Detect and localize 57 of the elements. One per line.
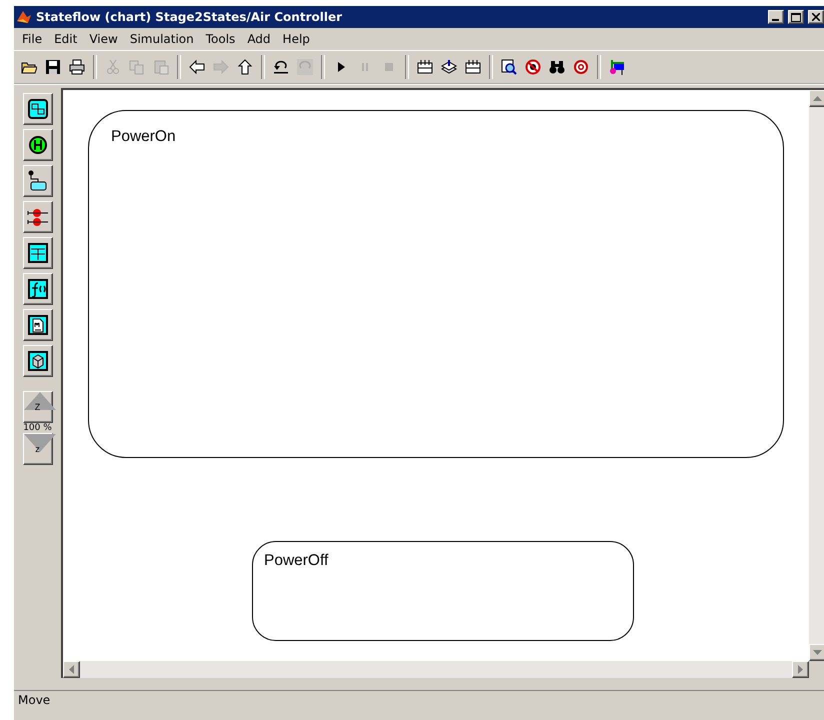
palette-tool-button[interactable] [22, 93, 52, 125]
menu-item[interactable]: Add [241, 30, 277, 48]
down-triangle-icon [813, 650, 822, 655]
state-box[interactable]: PowerOff [252, 541, 634, 641]
grid-icon [417, 59, 433, 75]
copy-icon [129, 59, 145, 75]
function-icon [26, 277, 50, 301]
zoom-level: 100 % [23, 423, 52, 433]
left-triangle-icon [69, 665, 74, 674]
truth-table-icon [26, 241, 50, 265]
redo-icon [297, 59, 313, 75]
up-triangle-icon [813, 96, 822, 101]
scroll-right-button[interactable] [792, 661, 809, 678]
palette-tool-button[interactable] [22, 273, 52, 305]
stack-icon [441, 59, 457, 75]
app-logo-icon [16, 9, 32, 25]
document-icon [26, 313, 50, 337]
menu-item[interactable]: Help [276, 30, 316, 48]
window-title: Stateflow (chart) Stage2States/Air Controller [36, 10, 344, 24]
palette-tool-button[interactable] [22, 201, 52, 233]
undo-icon [273, 59, 289, 75]
menu-item[interactable]: View [83, 30, 124, 48]
scissors-icon [105, 59, 121, 75]
palette-tool-button[interactable] [22, 237, 52, 269]
maximize-button[interactable] [788, 10, 804, 24]
binoculars-icon [549, 59, 565, 75]
printer-icon [69, 59, 85, 75]
menu-item[interactable]: File [16, 30, 48, 48]
menu-item[interactable]: Edit [48, 30, 84, 48]
palette-tool-button[interactable] [22, 309, 52, 341]
hierarchy-icon [609, 59, 625, 75]
scroll-up-button[interactable] [809, 90, 824, 107]
minimize-button[interactable] [768, 10, 784, 24]
target-icon [573, 59, 589, 75]
palette-tool-button[interactable] [22, 165, 52, 197]
cube-icon [26, 349, 50, 373]
default-transition-icon [26, 169, 50, 193]
maximize-icon [791, 12, 801, 22]
right-triangle-icon [798, 665, 803, 674]
up-arrow-icon [237, 59, 253, 75]
right-arrow-icon [213, 59, 229, 75]
menu-item[interactable]: Tools [200, 30, 242, 48]
close-icon [812, 13, 820, 21]
scroll-left-button[interactable] [63, 661, 80, 678]
left-arrow-icon [189, 59, 205, 75]
horizontal-scrollbar[interactable] [63, 661, 809, 678]
palette-tool-button[interactable] [22, 345, 52, 377]
vertical-scrollbar[interactable] [809, 90, 824, 661]
grid-icon [465, 59, 481, 75]
clipboard-icon [153, 59, 169, 75]
close-button[interactable] [808, 10, 824, 24]
scroll-down-button[interactable] [809, 644, 824, 661]
state-box[interactable]: PowerOn [88, 110, 784, 458]
magnifier-icon [501, 59, 517, 75]
menu-item[interactable]: Simulation [124, 30, 200, 48]
state-tool-icon [26, 97, 50, 121]
palette-tool-button[interactable] [22, 129, 52, 161]
